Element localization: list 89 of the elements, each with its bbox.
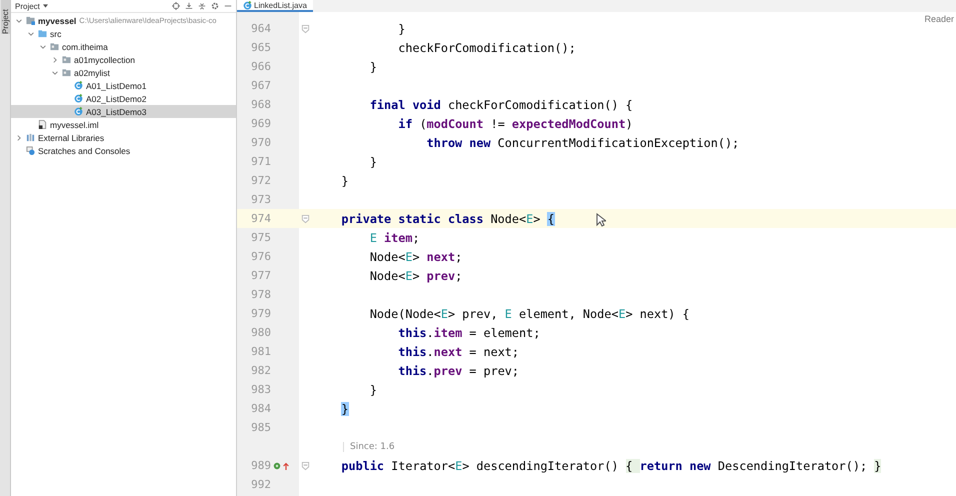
line-number: 968 bbox=[250, 98, 271, 111]
tree-item-label: src bbox=[50, 28, 62, 38]
tree-row[interactable]: com.itheima bbox=[11, 40, 236, 53]
tree-row[interactable]: A03_ListDemo3 bbox=[11, 105, 236, 118]
line-number: 965 bbox=[250, 41, 271, 54]
caret-icon[interactable] bbox=[42, 4, 48, 8]
package-icon bbox=[50, 42, 59, 51]
line-number: 985 bbox=[250, 421, 271, 434]
file-icon bbox=[38, 120, 47, 129]
package-icon bbox=[62, 68, 71, 77]
folder-icon bbox=[38, 29, 47, 38]
tree-row[interactable]: a01mycollection bbox=[11, 53, 236, 66]
settings-icon[interactable] bbox=[211, 2, 219, 10]
tree-row[interactable]: A02_ListDemo2 bbox=[11, 92, 236, 105]
fold-marker-icon[interactable] bbox=[300, 460, 310, 470]
line-number: 966 bbox=[250, 60, 271, 73]
line-number: 976 bbox=[250, 250, 271, 263]
file-tab[interactable]: LinkedList.java bbox=[237, 0, 313, 12]
line-number: 972 bbox=[250, 174, 271, 187]
line-number: 975 bbox=[250, 231, 271, 244]
tree-row[interactable]: External Libraries bbox=[11, 131, 236, 144]
code-line: throw new ConcurrentModificationException(); bbox=[426, 136, 740, 150]
code-line: } bbox=[340, 174, 349, 188]
code-line: private static class Node<E> { bbox=[340, 212, 555, 226]
code-line: public Iterator<E> descendingIterator() { return new DescendingIterator(); } bbox=[340, 458, 882, 472]
tree-row[interactable]: A01_ListDemo1 bbox=[11, 79, 236, 92]
line-number: 983 bbox=[250, 383, 271, 396]
line-number: 973 bbox=[250, 193, 271, 206]
line-number: 969 bbox=[250, 117, 271, 130]
line-number: 982 bbox=[250, 364, 271, 377]
code-line: } bbox=[397, 22, 406, 36]
tree-row[interactable]: a02mylist bbox=[11, 66, 236, 79]
scratch-icon bbox=[26, 146, 35, 155]
tree-item-label: myvessel.iml bbox=[50, 120, 99, 130]
class-icon bbox=[74, 107, 83, 116]
doc-hint: Since: 1.6 bbox=[343, 442, 395, 452]
module-folder-icon bbox=[26, 16, 35, 25]
reader-mode-link[interactable]: Reader bbox=[924, 14, 954, 24]
code-line: } bbox=[368, 60, 377, 74]
line-number: 989 bbox=[250, 459, 271, 472]
tree-item-label: A02_ListDemo2 bbox=[86, 94, 146, 104]
package-icon bbox=[62, 55, 71, 64]
line-number: 981 bbox=[250, 345, 271, 358]
fold-marker-icon[interactable] bbox=[300, 24, 310, 34]
panel-title[interactable]: Project bbox=[15, 2, 40, 10]
line-number: 984 bbox=[250, 402, 271, 415]
library-icon bbox=[26, 133, 35, 142]
code-line: this.prev = prev; bbox=[397, 364, 520, 378]
code-line: } bbox=[368, 154, 377, 168]
target-icon[interactable] bbox=[172, 2, 180, 10]
line-number: 964 bbox=[250, 22, 271, 35]
tree-item-label: com.itheima bbox=[62, 42, 108, 52]
line-number: 992 bbox=[250, 478, 271, 491]
code-line: final void checkForComodification() { bbox=[368, 98, 633, 112]
tree-item-label: myvessel bbox=[38, 16, 76, 26]
code-line: Node<E> prev; bbox=[368, 268, 462, 282]
tree-row[interactable]: myvessel.iml bbox=[11, 118, 236, 131]
line-number: 977 bbox=[250, 269, 271, 282]
code-line: } bbox=[368, 382, 377, 396]
line-number: 974 bbox=[250, 212, 271, 225]
tree-item-label: A03_ListDemo3 bbox=[86, 106, 146, 116]
project-tool-tab[interactable]: Project bbox=[0, 0, 10, 34]
tree-row[interactable]: src bbox=[11, 27, 236, 40]
collapse-icon[interactable] bbox=[198, 2, 206, 10]
line-number: 970 bbox=[250, 136, 271, 149]
class-icon bbox=[74, 81, 83, 90]
code-line: this.next = next; bbox=[397, 344, 520, 358]
code-line: this.item = element; bbox=[397, 326, 540, 340]
tree-item-label: a02mylist bbox=[74, 68, 110, 78]
code-line: Node(Node<E> prev, E element, Node<E> next) { bbox=[368, 306, 690, 320]
code-line: E item; bbox=[368, 230, 420, 244]
line-number: 980 bbox=[250, 326, 271, 339]
line-number: 967 bbox=[250, 79, 271, 92]
tree-row[interactable]: Scratches and Consoles bbox=[11, 144, 236, 157]
align-icon[interactable] bbox=[185, 2, 193, 10]
code-line: Node<E> next; bbox=[368, 250, 462, 264]
mouse-pointer-icon bbox=[596, 213, 606, 227]
line-number: 978 bbox=[250, 288, 271, 301]
tree-item-label: External Libraries bbox=[38, 132, 104, 142]
tree-item-label: A01_ListDemo1 bbox=[86, 80, 146, 90]
code-line: checkForComodification(); bbox=[397, 40, 576, 54]
line-number: 971 bbox=[250, 155, 271, 168]
fold-marker-icon[interactable] bbox=[300, 214, 310, 224]
tree-item-label: Scratches and Consoles bbox=[38, 146, 130, 156]
code-line: if (modCount != expectedModCount) bbox=[397, 116, 633, 130]
class-icon bbox=[243, 0, 252, 10]
class-icon bbox=[74, 94, 83, 103]
tree-item-label: a01mycollection bbox=[74, 54, 135, 64]
line-number: 979 bbox=[250, 307, 271, 320]
